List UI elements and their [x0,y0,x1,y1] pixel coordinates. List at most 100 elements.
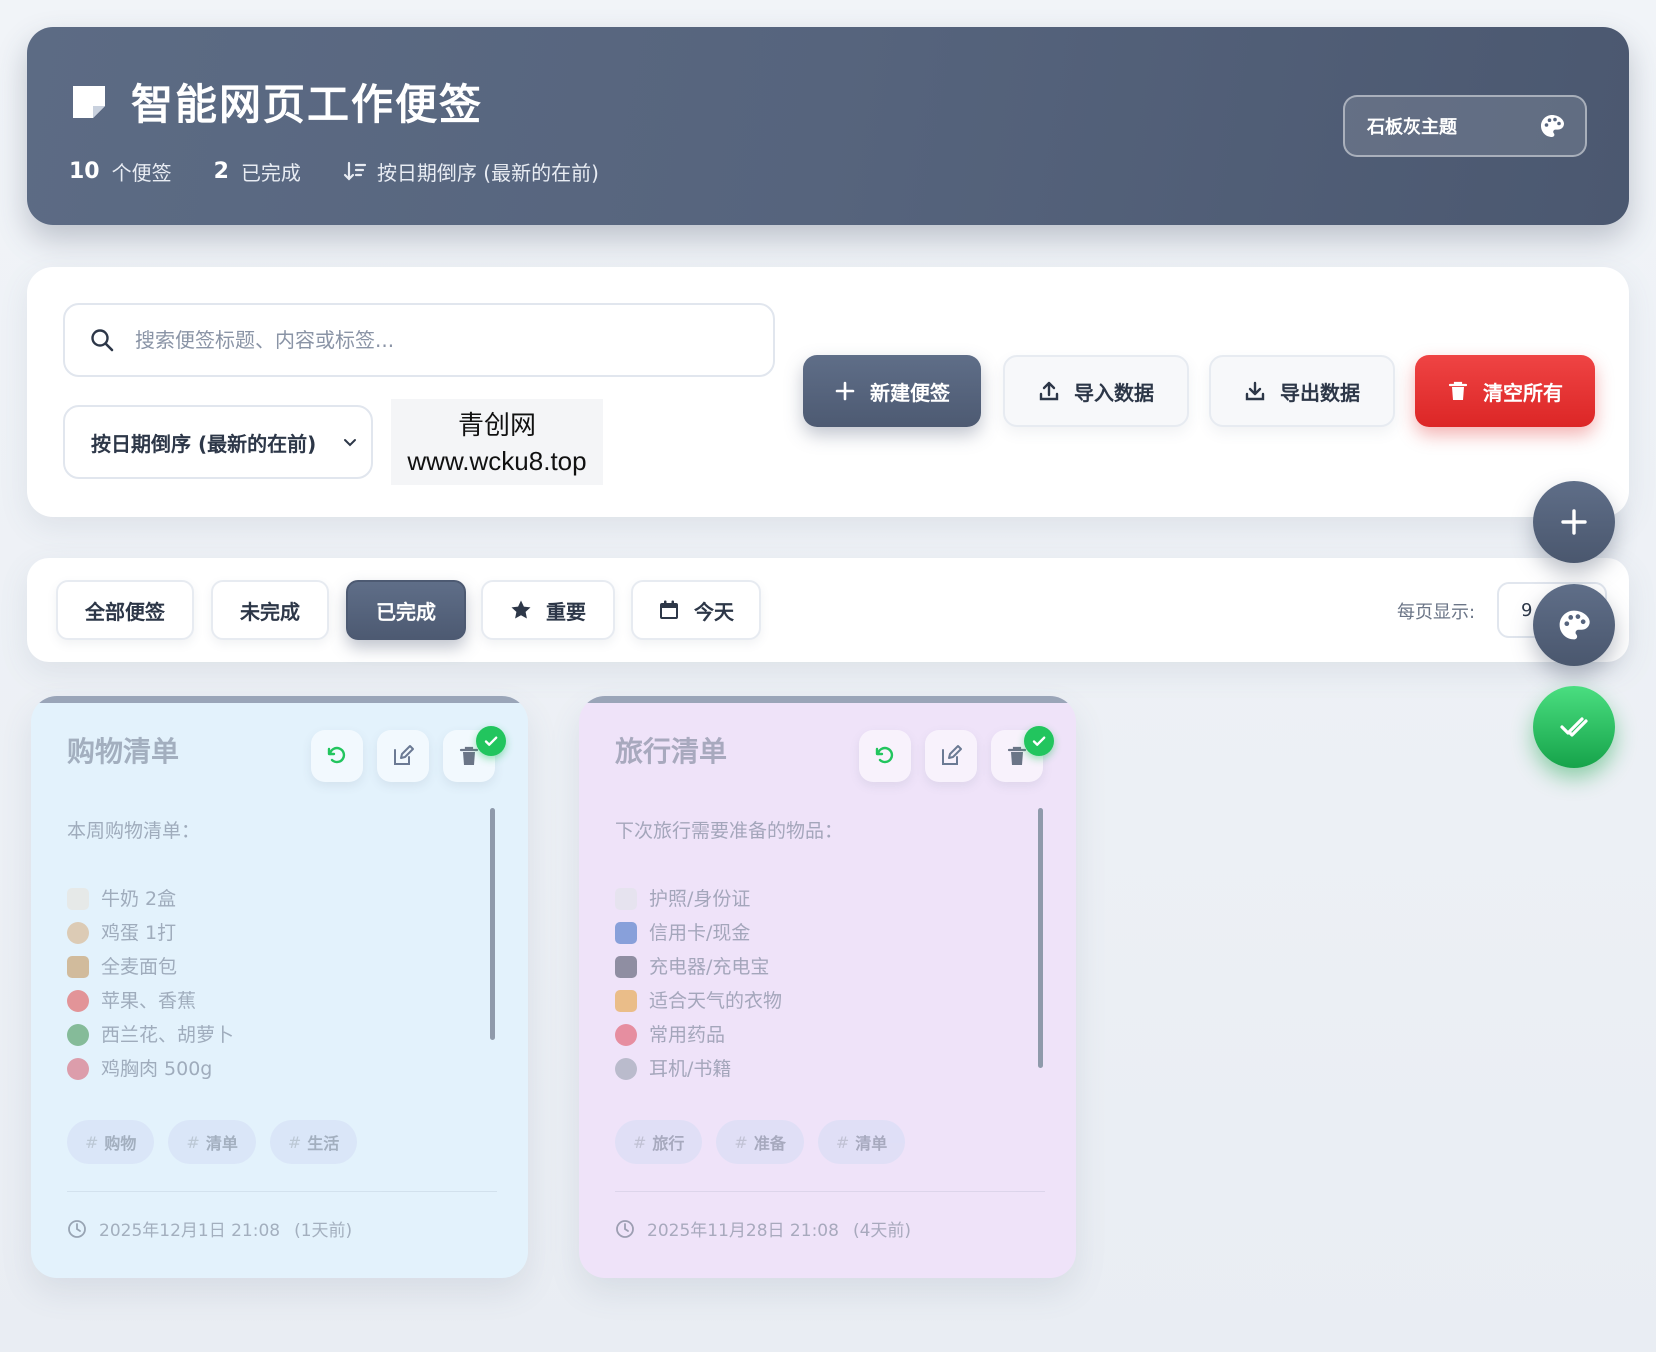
note-card[interactable]: 购物清单 本周购物清单： 牛奶 2盒 鸡蛋 1打 全麦面包 苹果、香蕉 西兰花、… [31,696,528,1278]
battery-icon [615,956,637,978]
scrollbar[interactable] [490,808,495,1040]
app-header: 智能网页工作便签 10 个便签 2 已完成 按日期倒序 (最新的在前) 石板灰主… [27,27,1629,225]
sticky-note-icon [73,85,105,118]
stats-row: 10 个便签 2 已完成 按日期倒序 (最新的在前) [69,157,641,186]
watermark: 青创网 www.wcku8.top [391,399,603,485]
toolbar-card: 按日期倒序 (最新的在前) 青创网 www.wcku8.top 新建便签 导入数… [27,267,1629,517]
filter-today-label: 今天 [694,599,734,624]
list-item: 全麦面包 [67,950,477,984]
notes-count-label: 个便签 [111,161,172,185]
note-date: 2025年11月28日 21:08 (4天前) [615,1216,911,1241]
list-item-text: 苹果、香蕉 [101,990,197,1012]
tag[interactable]: # 准备 [716,1120,804,1164]
list-item-text: 信用卡/现金 [649,922,751,944]
undo-button[interactable] [859,730,911,782]
sort-select[interactable]: 按日期倒序 (最新的在前) [63,405,373,479]
export-button[interactable]: 导出数据 [1209,355,1395,427]
card-body: 旅行清单 下次旅行需要准备的物品： 护照/身份证 信用卡/现金 充电器/充电宝 … [579,696,1076,1278]
star-icon [511,600,531,619]
broccoli-icon [67,1024,89,1046]
list-item: 信用卡/现金 [615,916,1025,950]
per-page-label: 每页显示: [1397,602,1476,623]
completed-badge [1024,726,1054,756]
clothes-icon [615,990,637,1012]
list-item-text: 西兰花、胡萝卜 [101,1024,235,1046]
list-item-text: 耳机/书籍 [649,1058,732,1080]
new-note-label: 新建便签 [870,380,950,405]
note-intro: 下次旅行需要准备的物品： [615,820,844,842]
note-tags: # 旅行 # 准备 # 清单 [615,1120,906,1164]
plus-icon [835,381,855,401]
tag-label: 生活 [307,1134,340,1153]
new-note-button[interactable]: 新建便签 [803,355,981,427]
tag-label: 准备 [753,1134,786,1153]
download-icon [1245,381,1265,401]
hash-icon: # [85,1132,99,1152]
clear-all-button[interactable]: 清空所有 [1415,355,1595,427]
card-divider [67,1191,497,1192]
note-actions [311,730,495,782]
filter-completed-label: 已完成 [376,599,436,624]
note-date-text: 2025年11月28日 21:08 [647,1221,839,1241]
fab-theme-button[interactable] [1533,584,1615,666]
note-card[interactable]: 旅行清单 下次旅行需要准备的物品： 护照/身份证 信用卡/现金 充电器/充电宝 … [579,696,1076,1278]
palette-icon [1559,610,1590,640]
filter-all-button[interactable]: 全部便签 [56,580,194,640]
tag[interactable]: # 清单 [817,1120,906,1164]
list-item-text: 充电器/充电宝 [649,956,770,978]
document-icon [615,888,637,910]
filter-incomplete-button[interactable]: 未完成 [211,580,329,640]
meat-icon [67,1058,89,1080]
undo-button[interactable] [311,730,363,782]
apple-icon [67,990,89,1012]
search-icon [91,329,114,352]
chevron-down-icon [344,439,356,447]
list-item: 护照/身份证 [615,882,1025,916]
headphones-icon [615,1058,637,1080]
theme-button-label: 石板灰主题 [1367,117,1457,138]
check-icon [484,736,498,746]
app-title: 智能网页工作便签 [131,80,484,129]
completed-badge [476,726,506,756]
sort-select-value: 按日期倒序 (最新的在前) [91,431,317,456]
filter-all-label: 全部便签 [85,599,165,624]
edit-icon [942,745,962,765]
list-item: 常用药品 [615,1018,1025,1052]
upload-icon [1039,381,1059,401]
list-item: 鸡蛋 1打 [67,916,477,950]
tag[interactable]: # 生活 [269,1120,358,1164]
list-item: 苹果、香蕉 [67,984,477,1018]
note-actions [859,730,1043,782]
credit-card-icon [615,922,637,944]
list-item: 适合天气的衣物 [615,984,1025,1018]
search-input[interactable] [135,328,735,352]
notes-count-stat: 10 个便签 [69,157,172,186]
per-page-value: 9 [1521,599,1533,621]
export-label: 导出数据 [1280,380,1360,405]
card-body: 购物清单 本周购物清单： 牛奶 2盒 鸡蛋 1打 全麦面包 苹果、香蕉 西兰花、… [31,696,528,1278]
filter-important-button[interactable]: 重要 [481,580,615,640]
note-title: 购物清单 [67,735,180,768]
search-box[interactable] [63,303,775,377]
scrollbar[interactable] [1038,808,1043,1068]
tag[interactable]: # 旅行 [615,1120,703,1164]
box-icon [67,956,89,978]
edit-button[interactable] [377,730,429,782]
clear-all-label: 清空所有 [1483,380,1563,405]
card-divider [615,1191,1045,1192]
filter-completed-button[interactable]: 已完成 [346,580,466,640]
note-content: 本周购物清单： 牛奶 2盒 鸡蛋 1打 全麦面包 苹果、香蕉 西兰花、胡萝卜 鸡… [67,814,477,1086]
filter-today-button[interactable]: 今天 [631,580,761,640]
list-item-text: 适合天气的衣物 [649,990,783,1012]
note-date-relative: (1天前) [294,1221,353,1241]
theme-button[interactable]: 石板灰主题 [1343,95,1587,157]
tag[interactable]: # 清单 [168,1120,256,1164]
edit-button[interactable] [925,730,977,782]
done-count: 2 [213,159,229,184]
note-intro: 本周购物清单： [67,820,201,842]
fab-complete-button[interactable] [1533,686,1615,768]
fab-add-button[interactable] [1533,481,1615,563]
list-item-text: 护照/身份证 [649,888,751,910]
tag[interactable]: # 购物 [67,1120,155,1164]
import-button[interactable]: 导入数据 [1003,355,1189,427]
